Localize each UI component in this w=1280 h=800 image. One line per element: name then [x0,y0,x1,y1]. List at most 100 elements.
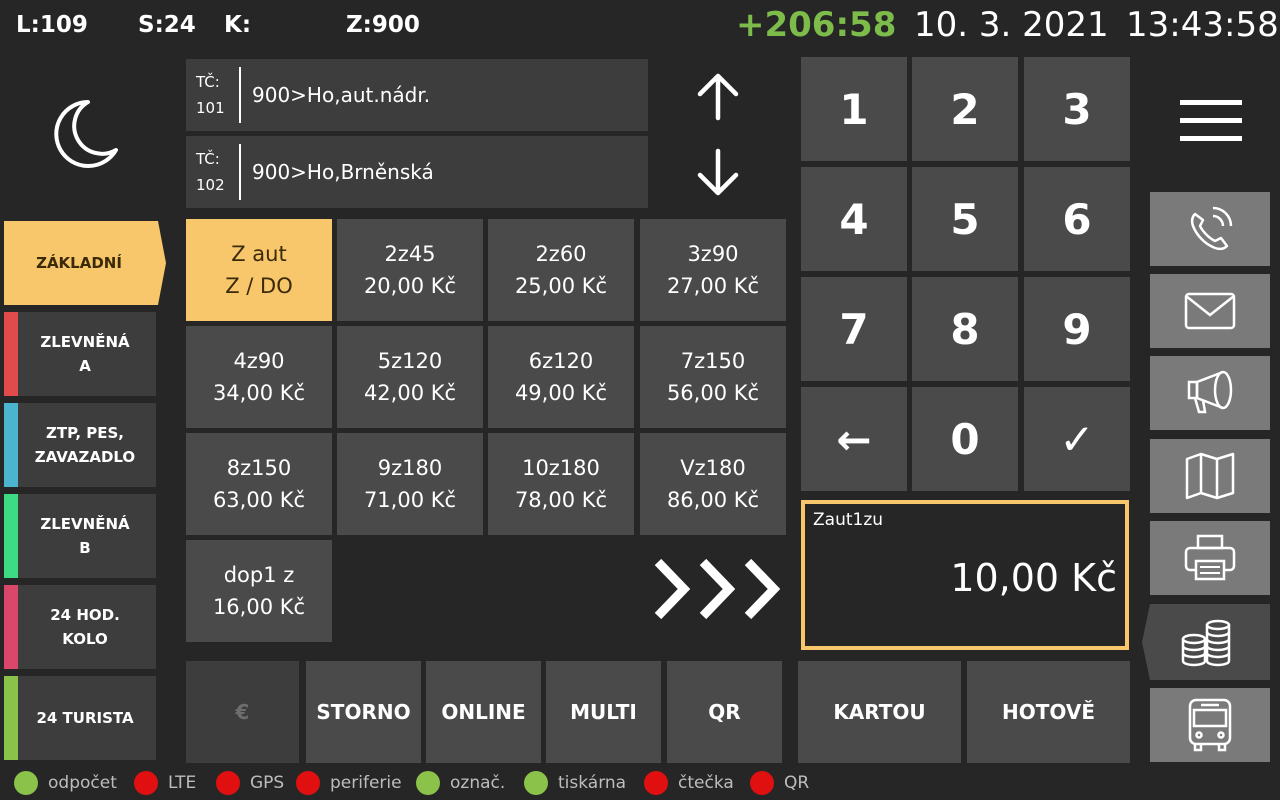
key-0[interactable]: 0 [912,387,1018,491]
key-2[interactable]: 2 [912,57,1018,161]
stop-row-to[interactable]: TČ: 102 900>Ho,Brněnská [186,136,648,208]
status-label: LTE [168,773,197,793]
stop-number: TČ: 101 [196,73,225,117]
fare-5z120[interactable]: 5z120 42,00 Kč [337,326,483,428]
fare-8z150[interactable]: 8z150 63,00 Kč [186,433,332,535]
category-label: ZLEVNĚNÁ A [40,333,130,375]
fare-vz180[interactable]: Vz180 86,00 Kč [640,433,786,535]
key-6[interactable]: 6 [1024,167,1130,271]
map-button[interactable] [1150,439,1270,513]
fare-6z120[interactable]: 6z120 49,00 Kč [488,326,634,428]
status-label: odpočet [48,773,117,793]
euro-button[interactable]: € [186,661,299,763]
next-page-chevrons-icon[interactable] [650,556,790,622]
fare-price: Z / DO [225,274,293,298]
fare-dop1-z[interactable]: dop1 z 16,00 Kč [186,540,332,642]
key-4[interactable]: 4 [801,167,907,271]
fare-price: 86,00 Kč [666,488,760,512]
key-7[interactable]: 7 [801,277,907,381]
category-24-turista[interactable]: 24 TURISTA [4,676,156,760]
category-label: ZÁKLADNÍ [36,254,122,272]
status-dot [644,771,668,795]
date-display: 10. 3. 2021 [914,5,1109,45]
fare-2z60[interactable]: 2z60 25,00 Kč [488,219,634,321]
print-button[interactable] [1150,521,1270,595]
fare-7z150[interactable]: 7z150 56,00 Kč [640,326,786,428]
status-qr: QR [750,770,809,796]
stop-row-from[interactable]: TČ: 101 900>Ho,aut.nádr. [186,59,648,131]
fare-name: 2z60 [535,242,587,266]
delay-indicator: +206:58 [736,5,897,45]
online-button[interactable]: ONLINE [426,661,541,763]
fare-name: 3z90 [687,242,739,266]
status-gps: GPS [216,770,284,796]
fare-price: 16,00 Kč [212,595,306,619]
zone-counter: Z:900 [346,12,420,38]
status-oznac: označ. [416,770,505,796]
status-label: GPS [250,773,285,793]
fare-price: 78,00 Kč [514,488,608,512]
map-icon [1185,452,1235,500]
fare-4z90[interactable]: 4z90 34,00 Kč [186,326,332,428]
ticket-summary-amount: 10,00 Kč [950,556,1117,600]
menu-icon[interactable] [1180,100,1242,142]
category-ztp[interactable]: ZTP, PES, ZAVAZADLO [4,403,156,487]
qr-button[interactable]: QR [667,661,782,763]
fare-price: 34,00 Kč [212,381,306,405]
megaphone-icon [1187,370,1233,414]
bus-button[interactable] [1150,688,1270,762]
key-backspace[interactable]: ← [801,387,907,491]
fare-price: 71,00 Kč [363,488,457,512]
fare-name: 7z150 [680,349,746,373]
fare-3z90[interactable]: 3z90 27,00 Kč [640,219,786,321]
category-label: ZTP, PES, ZAVAZADLO [34,424,136,466]
category-color-stripe [4,585,18,669]
announcement-button[interactable] [1150,356,1270,430]
cash-button[interactable] [1142,604,1270,680]
stop-name: 900>Ho,aut.nádr. [252,83,431,107]
phone-button[interactable] [1150,192,1270,266]
status-label: čtečka [678,773,734,793]
fare-price: 63,00 Kč [212,488,306,512]
fare-price: 25,00 Kč [514,274,608,298]
category-zakladni[interactable]: ZÁKLADNÍ [4,221,154,305]
key-1[interactable]: 1 [801,57,907,161]
stop-divider [239,144,241,200]
key-3[interactable]: 3 [1024,57,1130,161]
fare-10z180[interactable]: 10z180 78,00 Kč [488,433,634,535]
category-color-stripe [4,676,18,760]
key-8[interactable]: 8 [912,277,1018,381]
category-color-stripe [4,403,18,487]
card-payment-button[interactable]: KARTOU [798,661,961,763]
fare-9z180[interactable]: 9z180 71,00 Kč [337,433,483,535]
k-counter: K: [224,12,252,38]
status-dot [524,771,548,795]
key-9[interactable]: 9 [1024,277,1130,381]
fare-2z45[interactable]: 2z45 20,00 Kč [337,219,483,321]
arrow-down-icon[interactable] [690,145,746,201]
fare-name: 4z90 [233,349,285,373]
category-zlevnena-b[interactable]: ZLEVNĚNÁ B [4,494,156,578]
status-label: periferie [330,773,402,793]
fare-name: 6z120 [528,349,594,373]
storno-button[interactable]: STORNO [306,661,421,763]
stop-number: TČ: 102 [196,150,225,194]
fare-price: 49,00 Kč [514,381,608,405]
coins-icon [1181,619,1231,667]
fare-z-aut[interactable]: Z aut Z / DO [186,219,332,321]
status-dot [134,771,158,795]
night-mode-icon[interactable] [44,96,124,176]
fare-price: 56,00 Kč [666,381,760,405]
multi-button[interactable]: MULTI [546,661,661,763]
key-confirm[interactable]: ✓ [1024,387,1130,491]
fare-name: 8z150 [226,456,292,480]
message-button[interactable] [1150,274,1270,348]
arrow-up-icon[interactable] [690,70,746,126]
category-zlevnena-a[interactable]: ZLEVNĚNÁ A [4,312,156,396]
fare-name: 9z180 [377,456,443,480]
status-tiskarna: tiskárna [524,770,626,796]
status-periferie: periferie [296,770,402,796]
cash-payment-button[interactable]: HOTOVĚ [967,661,1130,763]
key-5[interactable]: 5 [912,167,1018,271]
category-24-hod-kolo[interactable]: 24 HOD. KOLO [4,585,156,669]
